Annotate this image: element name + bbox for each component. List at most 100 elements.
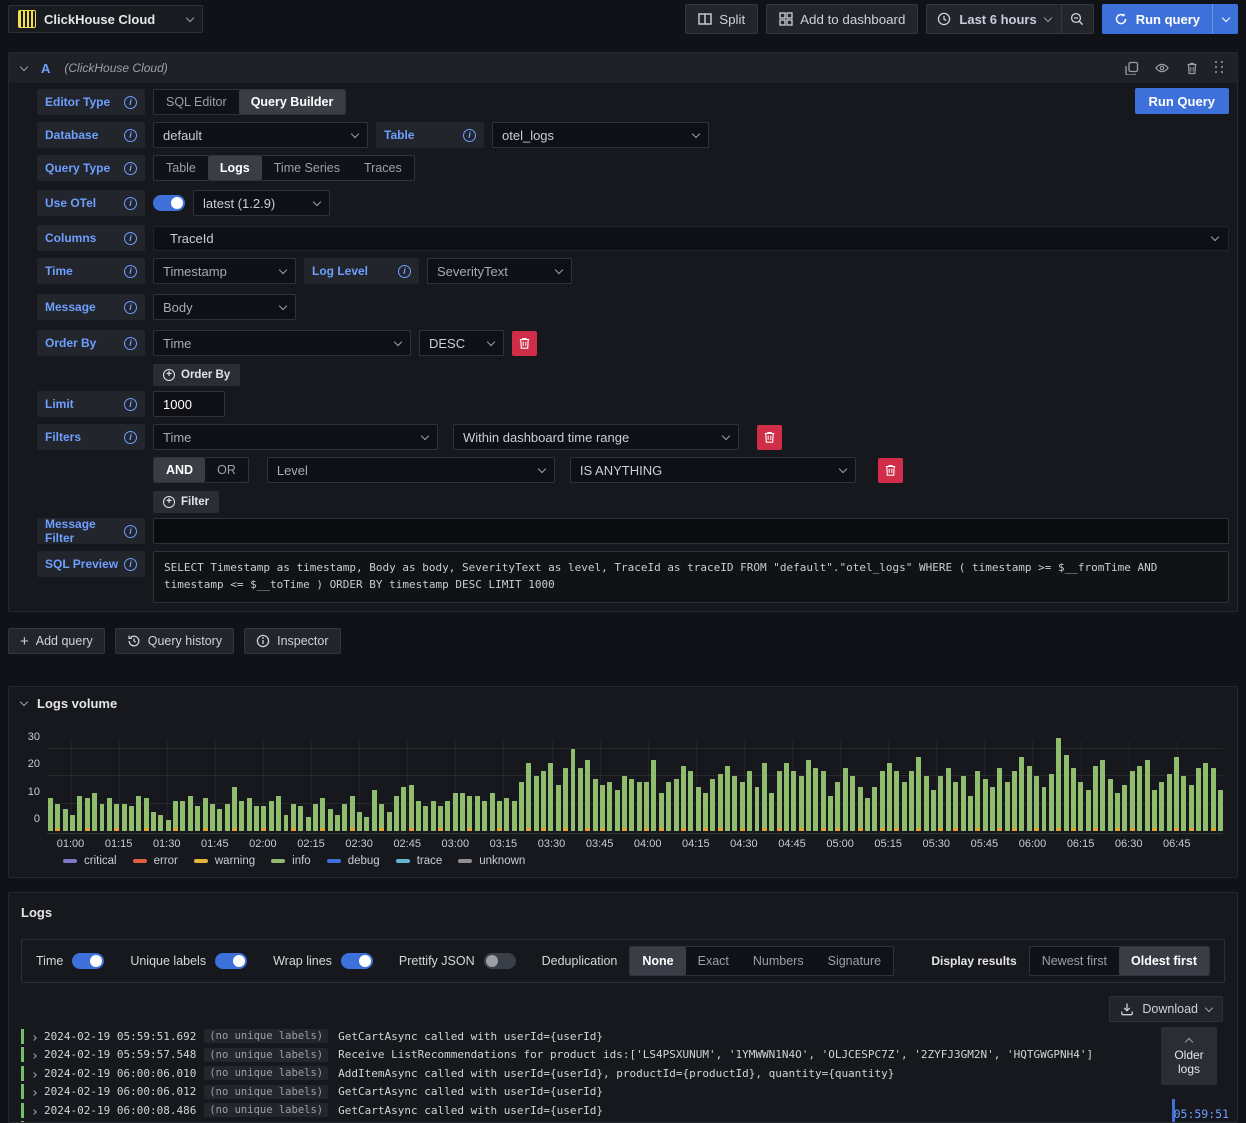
info-icon[interactable]: i [124,128,137,142]
info-icon[interactable]: i [124,300,137,314]
columns-multiselect[interactable]: TraceId [153,225,1229,251]
condition-option-or[interactable]: OR [205,458,248,482]
log-row[interactable]: 2024-02-19 06:00:06.012 (no unique labels… [21,1083,1157,1102]
time-column-select[interactable]: Timestamp [153,258,296,284]
order-by-direction-select[interactable]: DESC [419,330,504,356]
legend-item-error[interactable]: error [132,855,178,867]
volume-bar [445,801,451,831]
hide-response-eye-icon[interactable] [1155,61,1169,75]
log-row[interactable]: 2024-02-19 06:00:06.010 (no unique labels… [21,1064,1157,1083]
duplicate-query-icon[interactable] [1125,61,1139,75]
legend-item-unknown[interactable]: unknown [458,855,525,867]
log-row[interactable]: 2024-02-19 05:59:57.548 (no unique labels… [21,1046,1157,1065]
expand-log-icon[interactable] [31,1067,37,1080]
add-query-button[interactable]: + Add query [8,628,105,654]
log-level-select[interactable]: SeverityText [427,258,572,284]
info-icon[interactable]: i [124,430,137,444]
remove-order-by-button[interactable] [512,330,537,356]
expand-log-icon[interactable] [31,1048,37,1061]
display-option-newest-first[interactable]: Newest first [1030,947,1119,975]
add-to-dashboard-label: Add to dashboard [800,11,906,27]
unique-labels-toggle[interactable] [215,953,248,969]
query-type-option-table[interactable]: Table [154,156,208,180]
legend-item-trace[interactable]: trace [395,855,442,867]
volume-bar [541,771,547,831]
info-icon[interactable]: i [124,264,137,278]
remove-filter-button[interactable] [757,424,782,450]
info-icon[interactable]: i [124,557,137,571]
info-icon[interactable]: i [463,128,476,142]
display-option-oldest-first[interactable]: Oldest first [1119,947,1209,975]
log-row[interactable]: 2024-02-19 06:00:18.663(no unique labels… [21,1120,1157,1122]
expand-log-icon[interactable] [31,1085,37,1098]
legend-item-debug[interactable]: debug [326,855,380,867]
inspector-button[interactable]: Inspector [244,628,341,654]
dedup-option-none[interactable]: None [630,947,686,975]
run-query-dropdown-button[interactable] [1212,4,1238,34]
expand-log-icon[interactable] [31,1030,37,1043]
condition-option-and[interactable]: AND [154,458,206,482]
zoom-out-time-button[interactable] [1060,5,1093,33]
filter-condition-operator-select[interactable]: IS ANYTHING [569,457,856,483]
expand-log-icon[interactable] [31,1104,37,1117]
table-select[interactable]: otel_logs [492,122,709,148]
order-by-field-select[interactable]: Time [153,330,411,356]
info-icon[interactable]: i [124,161,137,175]
use-otel-toggle[interactable] [153,195,185,211]
volume-bar [1056,738,1062,831]
database-select[interactable]: default [153,122,368,148]
info-icon[interactable]: i [124,336,137,350]
query-type-option-traces[interactable]: Traces [352,156,414,180]
volume-bar [1012,771,1018,831]
remove-query-trash-icon[interactable] [1185,61,1199,75]
volume-bar [555,784,561,831]
info-icon[interactable]: i [124,231,137,245]
drag-handle-icon[interactable] [1215,61,1225,75]
add-to-dashboard-button[interactable]: Add to dashboard [766,4,919,34]
info-icon[interactable]: i [398,264,411,278]
query-type-option-logs[interactable]: Logs [207,156,262,180]
editor-type-option-query-builder[interactable]: Query Builder [238,90,346,114]
time-toggle[interactable] [72,953,105,969]
time-range-button[interactable]: Last 6 hours [927,12,1060,27]
legend-item-info[interactable]: info [271,855,311,867]
filter-field-select[interactable]: Time [153,424,438,450]
volume-bar [121,803,127,831]
message-filter-input[interactable] [153,518,1229,544]
download-logs-button[interactable]: Download [1109,996,1223,1022]
prettify-json-toggle[interactable] [483,953,516,969]
dedup-option-exact[interactable]: Exact [686,947,741,975]
otel-version-select[interactable]: latest (1.2.9) [193,190,330,216]
run-query-button[interactable]: Run query [1102,12,1212,27]
info-icon[interactable]: i [124,95,137,109]
volume-bar [173,801,179,831]
filter-condition-field-select[interactable]: Level [266,457,555,483]
add-filter-button[interactable]: + Filter [153,491,220,513]
older-logs-button[interactable]: Older logs [1161,1027,1217,1085]
add-order-by-button[interactable]: + Order By [153,364,241,386]
volume-bar [938,776,944,831]
remove-condition-button[interactable] [877,457,903,483]
info-icon[interactable]: i [124,196,137,210]
panel-run-query-button[interactable]: Run Query [1134,88,1229,114]
query-history-button[interactable]: Query history [114,628,235,654]
chevron-down-icon [278,265,288,274]
wrap-lines-toggle[interactable] [340,953,373,969]
dedup-option-signature[interactable]: Signature [816,947,894,975]
editor-type-option-sql-editor[interactable]: SQL Editor [154,90,239,114]
query-type-option-time-series[interactable]: Time Series [262,156,352,180]
info-icon[interactable]: i [124,524,137,538]
split-button[interactable]: Split [685,4,759,34]
info-icon[interactable]: i [124,397,137,411]
query-row-header[interactable]: A (ClickHouse Cloud) [9,53,1237,83]
log-row[interactable]: 2024-02-19 05:59:51.692 (no unique labels… [21,1027,1157,1046]
filter-operator-select[interactable]: Within dashboard time range [453,424,739,450]
limit-input[interactable] [153,391,225,417]
dedup-option-numbers[interactable]: Numbers [741,947,816,975]
message-column-select[interactable]: Body [153,294,296,320]
legend-item-critical[interactable]: critical [63,855,117,867]
legend-item-warning[interactable]: warning [193,855,255,867]
datasource-picker[interactable]: ClickHouse Cloud [8,5,203,33]
log-row[interactable]: 2024-02-19 06:00:08.486 (no unique labels… [21,1101,1157,1120]
collapse-logs-volume-icon[interactable] [19,697,29,707]
